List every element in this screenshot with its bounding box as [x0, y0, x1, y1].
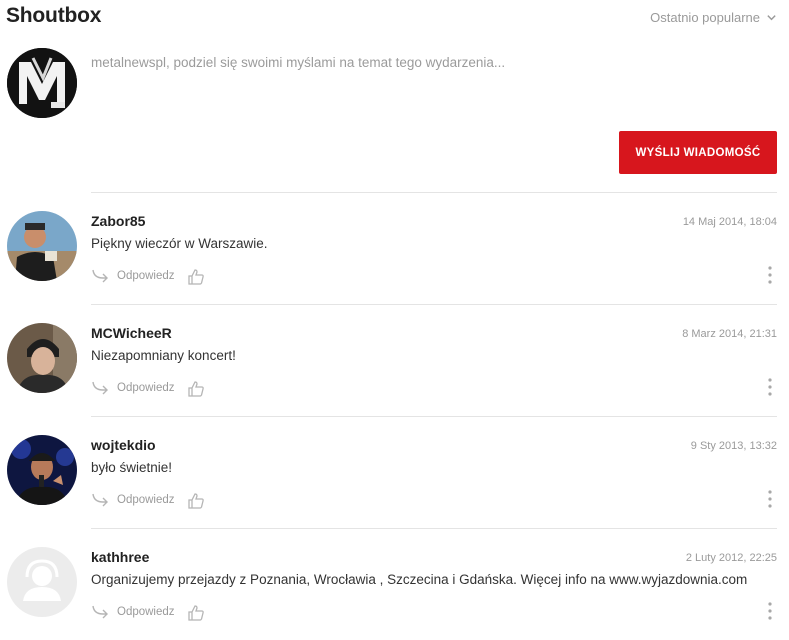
avatar[interactable]	[7, 211, 77, 281]
comment-text: Organizujemy przejazdy z Poznania, Wrocł…	[91, 572, 748, 587]
comment-username[interactable]: Zabor85	[91, 213, 145, 229]
comment-actions: Odpowiedz	[91, 379, 205, 397]
thumbs-up-icon[interactable]	[187, 268, 205, 285]
reply-button[interactable]: Odpowiedz	[117, 494, 175, 506]
reply-button[interactable]: Odpowiedz	[117, 382, 175, 394]
comment-actions: Odpowiedz	[91, 267, 205, 285]
avatar[interactable]	[7, 323, 77, 393]
comment-item: MCWicheeR 8 Marz 2014, 21:31 Niezapomnia…	[0, 304, 789, 416]
comment-date: 2 Luty 2012, 22:25	[685, 552, 777, 564]
comment-item: Zabor85 14 Maj 2014, 18:04 Piękny wieczó…	[0, 192, 789, 304]
comment-actions: Odpowiedz	[91, 491, 205, 509]
comment-actions: Odpowiedz	[91, 603, 205, 621]
message-input[interactable]	[91, 52, 771, 72]
sort-label: Ostatnio popularne	[650, 10, 760, 25]
page-title: Shoutbox	[6, 4, 102, 27]
sort-dropdown[interactable]: Ostatnio popularne	[650, 10, 777, 25]
more-vertical-icon[interactable]	[768, 266, 772, 284]
current-user-avatar	[7, 48, 77, 118]
comment-date: 9 Sty 2013, 13:32	[690, 440, 777, 452]
more-vertical-icon[interactable]	[768, 378, 772, 396]
comment-text: było świetnie!	[91, 460, 173, 475]
comment-username[interactable]: kathhree	[91, 549, 149, 565]
thumbs-up-icon[interactable]	[187, 492, 205, 509]
comment-date: 8 Marz 2014, 21:31	[682, 328, 777, 340]
reply-arrow-icon[interactable]	[91, 492, 109, 508]
thumbs-up-icon[interactable]	[187, 604, 205, 621]
reply-button[interactable]: Odpowiedz	[117, 606, 175, 618]
comment-date: 14 Maj 2014, 18:04	[682, 216, 777, 228]
comment-item: kathhree 2 Luty 2012, 22:25 Organizujemy…	[0, 528, 789, 640]
user-placeholder-icon	[7, 547, 77, 617]
reply-button[interactable]: Odpowiedz	[117, 270, 175, 282]
comment-text: Niezapomniany koncert!	[91, 348, 236, 363]
more-vertical-icon[interactable]	[768, 602, 772, 620]
thumbs-up-icon[interactable]	[187, 380, 205, 397]
reply-arrow-icon[interactable]	[91, 380, 109, 396]
user-photo	[7, 323, 77, 393]
avatar[interactable]	[7, 547, 77, 617]
comment-text: Piękny wieczór w Warszawie.	[91, 236, 268, 251]
comment-username[interactable]: MCWicheeR	[91, 325, 172, 341]
user-photo	[7, 211, 77, 281]
user-photo	[7, 435, 77, 505]
comment-item: wojtekdio 9 Sty 2013, 13:32 było świetni…	[0, 416, 789, 528]
avatar[interactable]	[7, 435, 77, 505]
send-message-button[interactable]: WYŚLIJ WIADOMOŚĆ	[619, 131, 777, 174]
chevron-down-icon	[767, 15, 776, 21]
reply-arrow-icon[interactable]	[91, 604, 109, 620]
more-vertical-icon[interactable]	[768, 490, 772, 508]
comment-username[interactable]: wojtekdio	[91, 437, 156, 453]
reply-arrow-icon[interactable]	[91, 268, 109, 284]
metal-logo-avatar	[7, 48, 77, 118]
